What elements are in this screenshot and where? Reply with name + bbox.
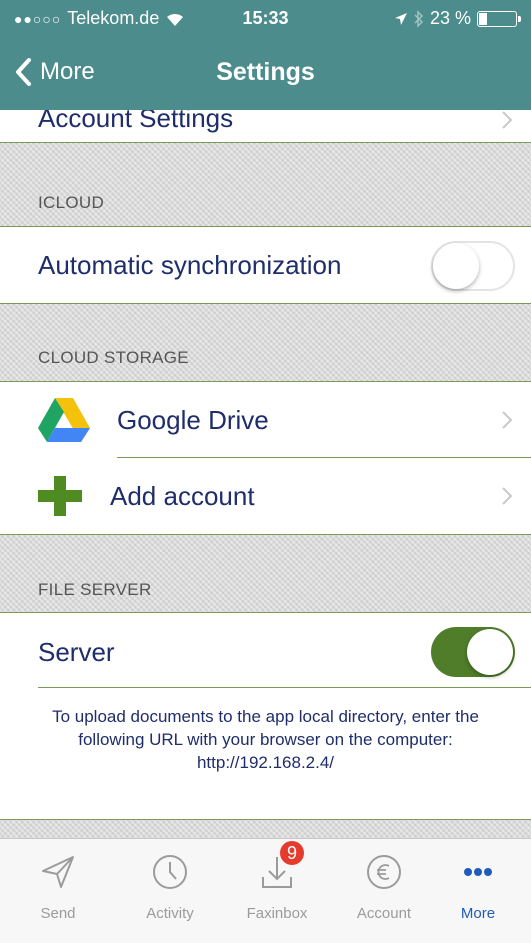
plus-icon <box>38 476 82 516</box>
clock-icon <box>153 855 187 889</box>
status-bar: ●●○○○ Telekom.de 15:33 23 % <box>0 8 531 36</box>
tab-activity-label: Activity <box>146 905 194 922</box>
settings-list[interactable]: Account Settings ICLOUD Automatic synchr… <box>0 110 531 838</box>
server-note-text: To upload documents to the app local dir… <box>52 707 479 749</box>
tab-more-label: More <box>460 905 496 922</box>
bluetooth-icon <box>414 9 424 28</box>
section-header-cloud-storage: CLOUD STORAGE <box>38 348 189 367</box>
tab-faxinbox[interactable]: 9 Faxinbox <box>224 839 330 943</box>
section-header-file-server: FILE SERVER <box>38 580 152 599</box>
server-url: http://192.168.2.4/ <box>196 753 335 772</box>
auto-sync-toggle[interactable] <box>431 241 515 291</box>
tab-bar: Send Activity 9 Faxinbox Account More <box>0 838 531 943</box>
tab-account-label: Account <box>356 905 412 922</box>
divider <box>0 142 531 143</box>
tab-send-label: Send <box>40 905 76 922</box>
add-account-label: Add account <box>110 480 255 511</box>
faxinbox-badge: 9 <box>280 841 304 865</box>
divider <box>0 819 531 820</box>
server-toggle[interactable] <box>431 627 515 677</box>
chevron-right-icon <box>502 111 513 129</box>
section-header-icloud: ICLOUD <box>38 193 105 212</box>
chevron-right-icon <box>502 411 513 429</box>
tab-send[interactable]: Send <box>5 839 111 943</box>
tab-account[interactable]: Account <box>331 839 437 943</box>
google-drive-label: Google Drive <box>117 404 269 435</box>
page-title: Settings <box>216 58 315 86</box>
tab-more[interactable]: More <box>425 839 531 943</box>
chevron-right-icon <box>502 487 513 505</box>
battery-percent: 23 % <box>429 8 471 28</box>
divider <box>0 303 531 304</box>
euro-icon <box>367 855 401 889</box>
top-bar: ●●○○○ Telekom.de 15:33 23 % More Setting… <box>0 0 531 110</box>
server-instructions: To upload documents to the app local dir… <box>0 705 531 774</box>
tab-activity[interactable]: Activity <box>117 839 223 943</box>
google-drive-row[interactable]: Google Drive <box>0 382 531 458</box>
navigation-bar: More Settings <box>0 52 531 98</box>
divider <box>38 687 531 688</box>
account-settings-row[interactable]: Account Settings <box>0 110 531 142</box>
tab-faxinbox-label: Faxinbox <box>246 905 308 922</box>
server-label: Server <box>38 637 115 667</box>
google-drive-icon <box>38 398 90 442</box>
send-icon <box>42 856 74 888</box>
battery-icon <box>477 10 521 27</box>
more-dots-icon <box>464 868 492 876</box>
auto-sync-label: Automatic synchronization <box>38 249 342 280</box>
add-account-row[interactable]: Add account <box>0 458 531 534</box>
account-settings-label: Account Settings <box>38 110 234 133</box>
auto-sync-row: Automatic synchronization <box>0 227 531 303</box>
divider <box>0 534 531 535</box>
location-arrow-icon <box>394 12 407 25</box>
